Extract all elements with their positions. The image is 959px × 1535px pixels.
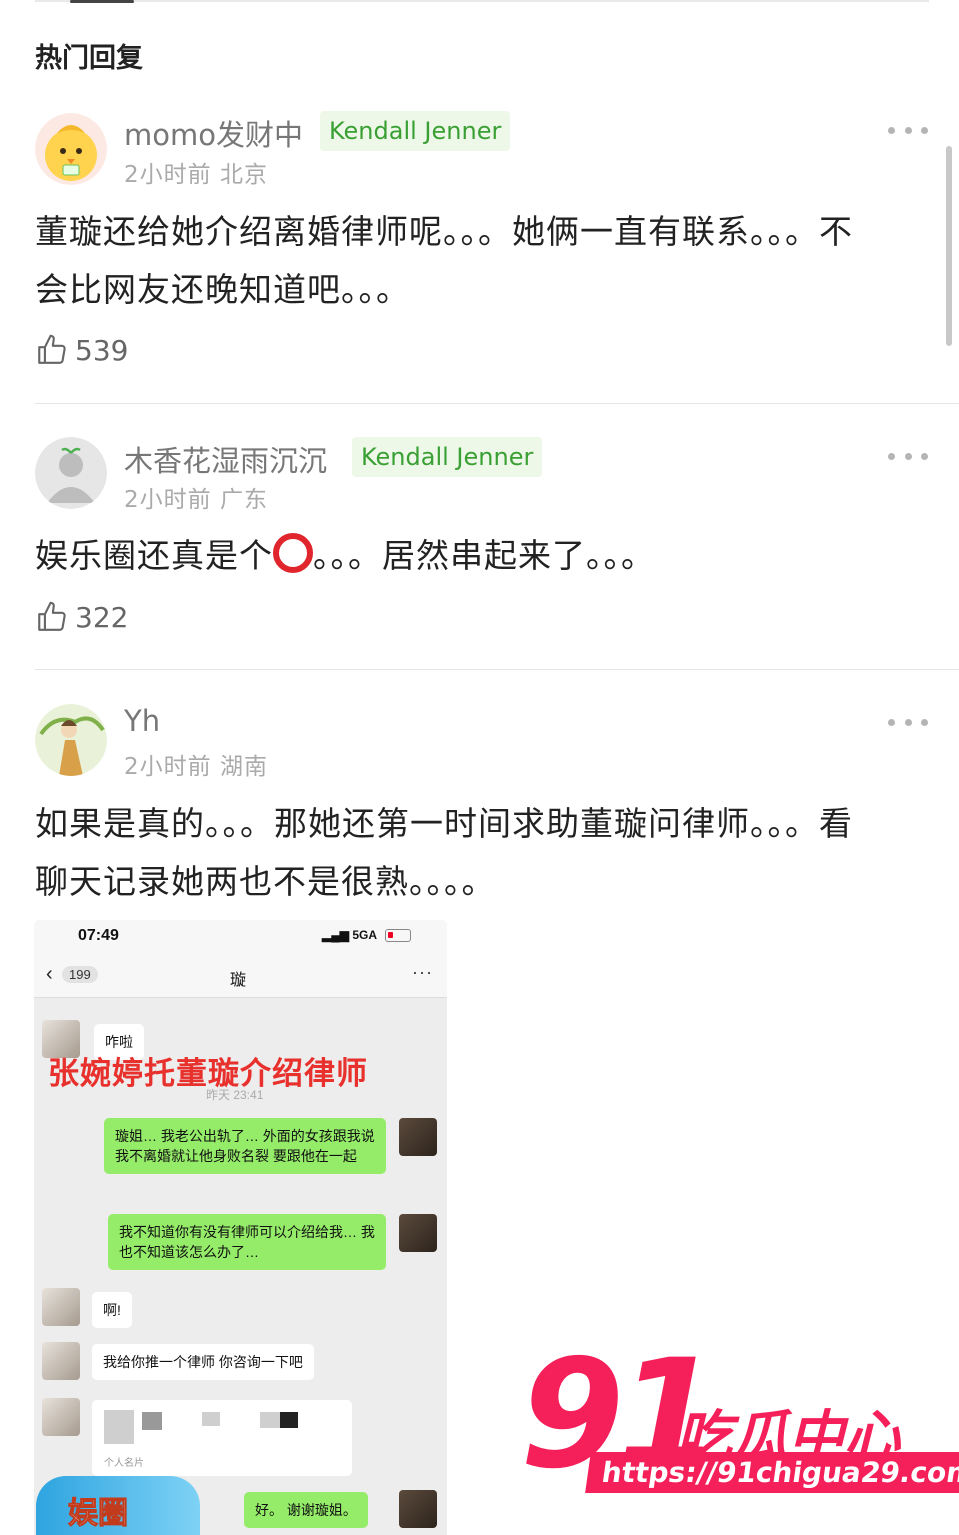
comment-location: 北京 [219, 162, 268, 188]
sender-avatar [399, 1214, 437, 1252]
message-bubble: 我不知道你有没有律师可以介绍给我… 我也不知道该怎么办了… [108, 1214, 386, 1270]
top-divider [35, 0, 929, 2]
sticker-text: 娱圈 [68, 1497, 129, 1531]
comment-divider [35, 403, 959, 404]
contact-avatar [42, 1288, 80, 1326]
more-options-button[interactable] [888, 450, 928, 462]
comment-divider [35, 669, 959, 670]
message-bubble: 我给你推一个律师 你咨询一下吧 [92, 1344, 314, 1380]
signal-indicator: ▂▄▆ 5GA [322, 928, 377, 942]
comment-text-part: 娱乐圈还真是个 [35, 536, 273, 575]
like-button[interactable]: 322 [35, 600, 128, 634]
red-circle-emoji-icon [273, 533, 313, 573]
fan-tag[interactable]: Kendall Jenner [320, 111, 511, 151]
contact-card: 个人名片 [92, 1400, 352, 1476]
section-title: 热门回复 [35, 43, 143, 74]
contact-avatar [42, 1342, 80, 1380]
comment-text-line: 会比网友还晚知道吧。。。 [35, 270, 410, 309]
network-label: 5GA [352, 928, 377, 942]
unread-badge: 199 [62, 966, 98, 983]
dot-icon [888, 452, 895, 460]
battery-icon [385, 929, 411, 942]
avatar[interactable] [35, 704, 107, 776]
comment-meta: 2小时前 广东 [124, 480, 268, 514]
like-count: 322 [75, 600, 129, 634]
more-icon: ··· [412, 962, 433, 982]
dot-icon [921, 718, 928, 726]
chick-avatar-icon [35, 113, 107, 185]
message-bubble: 璇姐… 我老公出轨了… 外面的女孩跟我说我不离婚就让他身败名裂 要跟他在一起 [104, 1118, 386, 1174]
comment-meta: 2小时前 湖南 [124, 747, 268, 781]
blurred-block [202, 1412, 220, 1426]
more-options-button[interactable] [888, 716, 928, 728]
default-user-avatar-icon [35, 437, 107, 509]
fan-tag[interactable]: Kendall Jenner [352, 437, 543, 477]
username[interactable]: 木香花湿雨沉沉 [124, 438, 327, 480]
chat-title: 璇 [230, 972, 247, 989]
comment-text: 如果是真的。。。那她还第一时间求助董璇问律师。。。看 聊天记录她两也不是很熟。。… [35, 795, 925, 911]
comment-time: 2小时前 [124, 162, 212, 188]
sender-avatar [399, 1490, 437, 1528]
comment-text-part: 。。。居然串起来了。。。 [313, 536, 655, 575]
scrollbar[interactable] [946, 146, 952, 346]
top-tab-indicator [70, 0, 134, 3]
dot-icon [888, 126, 895, 134]
blurred-block [142, 1412, 162, 1430]
contact-card-label: 个人名片 [104, 1458, 144, 1469]
comment-text-line: 如果是真的。。。那她还第一时间求助董璇问律师。。。看 [35, 804, 853, 843]
like-count: 539 [75, 333, 129, 367]
dot-icon [888, 718, 895, 726]
dot-icon [904, 452, 912, 460]
dot-icon [904, 718, 912, 726]
comment-location: 广东 [219, 487, 268, 513]
dot-icon [921, 452, 928, 460]
thumbs-up-icon [38, 334, 66, 364]
comment-time: 2小时前 [124, 487, 212, 513]
status-time: 07:49 [78, 927, 119, 944]
illustration-avatar-icon [35, 704, 107, 776]
dot-icon [921, 126, 928, 134]
message-bubble: 好。 谢谢璇姐。 [244, 1492, 368, 1528]
attached-chat-screenshot[interactable]: 07:49 ▂▄▆ 5GA ‹ 199 璇 ··· 咋啦 张婉婷托董璇介绍律师 … [34, 920, 447, 1535]
blurred-block [280, 1412, 298, 1428]
message-bubble: 啊! [92, 1292, 132, 1328]
blurred-block [260, 1412, 280, 1428]
comment-location: 湖南 [219, 754, 268, 780]
blurred-block [104, 1410, 134, 1444]
comment-text-line: 董璇还给她介绍离婚律师呢。。。她俩一直有联系。。。不 [35, 212, 853, 251]
like-button[interactable]: 539 [35, 333, 128, 367]
contact-avatar [42, 1398, 80, 1436]
avatar[interactable] [35, 113, 107, 185]
comment-text: 董璇还给她介绍离婚律师呢。。。她俩一直有联系。。。不 会比网友还晚知道吧。。。 [35, 203, 925, 319]
chat-navbar: ‹ 199 璇 ··· [34, 954, 447, 998]
comment-time: 2小时前 [124, 754, 212, 780]
username[interactable]: Yh [124, 704, 160, 738]
comment-meta: 2小时前 北京 [124, 155, 268, 189]
avatar[interactable] [35, 437, 107, 509]
phone-status-bar: 07:49 ▂▄▆ 5GA [34, 920, 447, 954]
thumbs-up-icon [38, 601, 66, 631]
comment-text-line: 聊天记录她两也不是很熟。。。。 [35, 862, 496, 901]
comment-text: 娱乐圈还真是个 。。。居然串起来了。。。 [35, 527, 925, 585]
watermark-url: https://91chigua29.com [585, 1452, 959, 1493]
dot-icon [904, 126, 912, 134]
username[interactable]: momo发财中 [124, 112, 303, 154]
sender-avatar [399, 1118, 437, 1156]
back-chevron-icon: ‹ [46, 963, 53, 985]
message-timestamp: 昨天 23:41 [206, 1088, 264, 1102]
more-options-button[interactable] [888, 124, 928, 136]
